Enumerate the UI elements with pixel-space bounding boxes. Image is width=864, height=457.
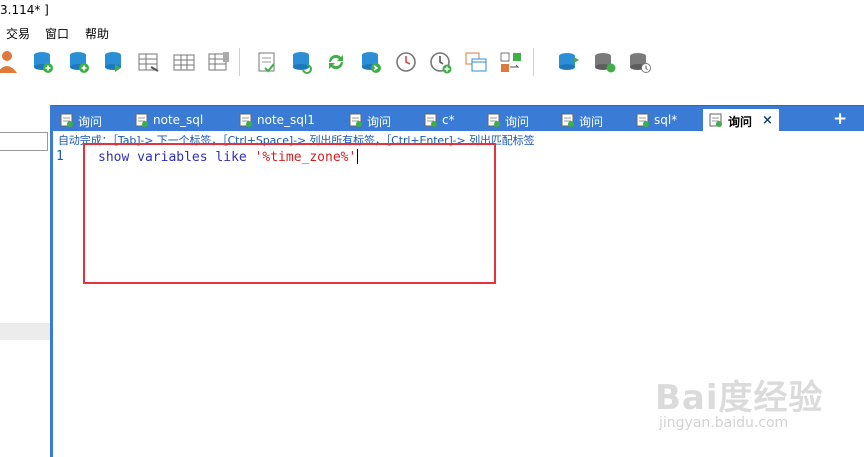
tab-label: note_sql1 — [257, 113, 315, 127]
tab-query-4[interactable]: 询问 — [561, 109, 621, 132]
db-plus-icon[interactable] — [66, 47, 92, 77]
db-add-icon[interactable] — [30, 47, 56, 77]
object-search-input[interactable] — [0, 132, 48, 151]
new-tab-button[interactable]: + — [833, 109, 847, 129]
db-export-icon[interactable] — [101, 47, 127, 77]
compare-icon[interactable] — [498, 47, 524, 77]
tab-note-sql[interactable]: note_sql — [135, 109, 225, 132]
code-line[interactable]: show variables like '%time_zone%' — [98, 149, 359, 165]
close-tab-icon[interactable]: × — [762, 113, 773, 128]
string-literal: '%time_zone%' — [254, 150, 357, 165]
db-forward-icon[interactable] — [358, 47, 384, 77]
line-number: 1 — [56, 149, 64, 164]
tab-c[interactable]: c* — [424, 109, 474, 132]
tab-label: 询问 — [505, 115, 530, 129]
db-backup-icon[interactable] — [556, 47, 582, 77]
toolbar — [0, 43, 864, 83]
tab-label: sql* — [654, 113, 678, 127]
query-tab-icon — [424, 113, 437, 127]
add-schedule-icon[interactable] — [428, 47, 454, 77]
db-refresh-icon[interactable] — [289, 47, 315, 77]
tab-label: 询问 — [78, 115, 103, 129]
tab-label: note_sql — [153, 113, 204, 127]
tab-query-active[interactable]: 询问 × — [703, 109, 779, 132]
query-tab-icon — [60, 113, 73, 127]
menu-help[interactable]: 帮助 — [85, 25, 109, 42]
window-title: 3.114* ] — [0, 3, 49, 17]
tab-label: c* — [442, 113, 455, 127]
table-data-icon[interactable] — [206, 47, 232, 77]
editor-tab-bar: 询问 note_sql note_sql1 询问 c* 询问 询问 sql* 询… — [50, 105, 864, 132]
tab-query-1[interactable]: 询问 — [60, 109, 122, 132]
query-tab-icon — [349, 113, 362, 127]
selected-tree-row[interactable] — [0, 323, 50, 340]
table-grid-icon[interactable] — [171, 47, 197, 77]
tab-query-2[interactable]: 询问 — [349, 109, 409, 132]
sync-icon[interactable] — [323, 47, 349, 77]
text-caret — [357, 149, 359, 164]
query-tab-icon — [135, 113, 148, 127]
keyword-show: show — [98, 150, 130, 165]
keyword-variables: variables — [137, 150, 208, 165]
query-tab-icon — [636, 113, 649, 127]
tab-label: 询问 — [367, 115, 392, 129]
tab-label: 询问 — [728, 115, 753, 129]
baidu-watermark: Bai度经验 jingyan.baidu.com — [655, 370, 860, 442]
user-icon[interactable] — [0, 47, 20, 77]
query-tab-icon — [561, 113, 574, 127]
tab-label: 询问 — [579, 115, 604, 129]
tab-sql[interactable]: sql* — [636, 109, 696, 132]
menu-window[interactable]: 窗口 — [45, 25, 69, 42]
db-restore-icon[interactable] — [592, 47, 618, 77]
watermark-url: jingyan.baidu.com — [659, 415, 789, 431]
object-browser-panel — [0, 105, 50, 457]
menu-bar: 交易 窗口 帮助 — [0, 22, 864, 42]
window-layout-icon[interactable] — [463, 47, 489, 77]
menu-transaction[interactable]: 交易 — [6, 25, 30, 42]
tab-note-sql1[interactable]: note_sql1 — [239, 109, 339, 132]
query-tab-icon — [487, 113, 500, 127]
query-tab-icon — [709, 113, 722, 127]
title-bar: 3.114* ] — [0, 0, 864, 22]
keyword-like: like — [215, 150, 247, 165]
toolbar-separator — [533, 48, 534, 76]
schedule-clock-icon[interactable] — [393, 47, 419, 77]
query-tab-icon — [239, 113, 252, 127]
db-manage-icon[interactable] — [627, 47, 653, 77]
query-check-icon[interactable] — [254, 47, 280, 77]
watermark-logo: Bai度经验 — [655, 378, 824, 418]
toolbar-separator — [239, 48, 240, 76]
table-design-icon[interactable] — [136, 47, 162, 77]
tab-query-3[interactable]: 询问 — [487, 109, 547, 132]
